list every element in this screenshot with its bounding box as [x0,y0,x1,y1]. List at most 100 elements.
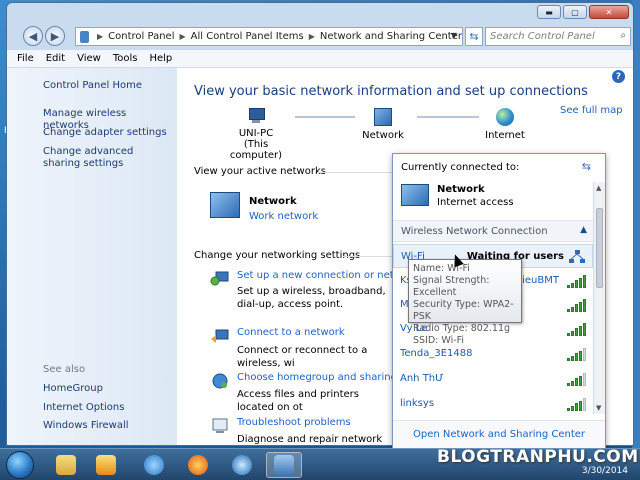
menu-help[interactable]: Help [149,53,172,64]
sidebar-advanced-sharing[interactable]: Change advanced sharing settings [43,146,167,170]
see-full-map-link[interactable]: See full map [560,105,623,116]
flyout-footer: Open Network and Sharing Center [393,420,605,448]
active-networks-label: View your active networks [194,166,326,177]
flyout-refresh-icon[interactable]: ⇆ [582,160,591,173]
sidebar-change-adapter[interactable]: Change adapter settings [43,127,167,139]
wifi-tooltip: Name: Wi-Fi Signal Strength: Excellent S… [408,259,522,346]
task-connect-desc: Connect or reconnect to a wireless, wi [237,345,368,369]
scroll-up-icon[interactable]: ▲ [596,184,601,192]
sidebar-homegroup[interactable]: HomeGroup [43,383,167,395]
address-bar[interactable]: ▶ Control Panel ▶ All Control Panel Item… [75,27,463,46]
watermark-brand: BLOGTRANPHU.COM [437,447,639,467]
page-title: View your basic network information and … [194,84,588,99]
connect-network-icon [211,329,229,343]
sidebar-windows-firewall[interactable]: Windows Firewall [43,420,167,432]
active-network-type-link[interactable]: Work network [249,211,318,222]
map-internet-label: Internet [485,130,525,141]
map-computer[interactable]: UNI-PC (This computer) [221,108,291,161]
refresh-icon: ⇆ [469,30,479,43]
taskbar-internet-explorer[interactable] [136,452,172,478]
start-button[interactable] [6,451,34,479]
taskbar-explorer[interactable] [48,452,84,478]
taskbar-firefox[interactable] [180,452,216,478]
refresh-button[interactable]: ⇆ [465,27,483,46]
adhoc-network-icon [569,250,585,263]
signal-strength-icon [567,372,587,386]
tooltip-ssid: SSID: Wi-Fi [413,335,465,346]
app-icon [232,455,252,475]
window-controls: ▬ ▢ ✕ [537,5,629,19]
taskbar-media-player[interactable] [88,452,124,478]
search-icon[interactable]: ⌕ [620,30,626,41]
wifi-network-row[interactable]: linksys [393,392,593,416]
scroll-thumb[interactable] [596,208,603,288]
breadcrumb-control-panel[interactable]: Control Panel [108,31,174,42]
signal-strength-icon [567,322,587,336]
task-troubleshoot-link[interactable]: Troubleshoot problems [237,417,351,428]
sidebar-internet-options[interactable]: Internet Options [43,402,167,414]
settings-label: Change your networking settings [194,250,361,261]
control-panel-taskbar-icon [274,455,294,475]
breadcrumb-network-sharing[interactable]: Network and Sharing Center [320,31,462,42]
maximize-button[interactable]: ▢ [563,5,587,19]
map-connector [417,116,479,118]
sidebar-control-panel-home[interactable]: Control Panel Home [43,80,167,92]
folder-icon [56,455,76,475]
control-panel-icon [80,30,90,43]
tooltip-signal: Signal Strength: Excellent [413,275,490,298]
taskbar-control-panel[interactable] [266,452,302,478]
homegroup-icon [212,373,228,389]
signal-strength-icon [567,397,587,411]
wifi-network-name: linksys [400,398,435,409]
minimize-button[interactable]: ▬ [537,5,561,19]
flyout-header: Currently connected to: [401,162,520,173]
globe-icon [496,108,514,126]
wifi-network-name: Anh ThƯ [400,373,444,384]
close-button[interactable]: ✕ [589,5,629,19]
map-internet[interactable]: Internet [479,108,531,141]
tooltip-name: Name: Wi-Fi [413,263,470,274]
troubleshoot-icon [212,418,228,433]
task-new-connection-link[interactable]: Set up a new connection or network [237,270,418,281]
menu-tools[interactable]: Tools [113,53,138,64]
firefox-icon [188,455,208,475]
map-network[interactable]: Network [355,108,411,141]
help-icon[interactable]: ? [612,70,625,83]
sidebar: Control Panel Home Manage wireless netwo… [7,68,177,445]
see-also-label: See also [43,364,86,375]
section-divider [317,172,403,173]
menu-file[interactable]: File [17,53,34,64]
open-network-center-link[interactable]: Open Network and Sharing Center [393,429,605,440]
media-player-icon [96,455,116,475]
menu-edit[interactable]: Edit [46,53,65,64]
address-dropdown-icon[interactable]: ▼ [447,27,461,44]
chevron-up-icon[interactable]: ▲ [580,225,587,235]
computer-subtitle: (This computer) [229,139,283,161]
back-arrow-icon: ◀ [28,29,38,43]
active-network-icon [210,192,240,218]
section-divider [343,256,399,257]
active-network-name: Network [249,196,297,207]
breadcrumb-all-items[interactable]: All Control Panel Items [191,31,304,42]
connected-network-status: Internet access [437,197,514,208]
signal-strength-icon [567,274,587,288]
title-bar[interactable]: ▬ ▢ ✕ [7,3,633,21]
task-new-connection-desc: Set up a wireless, broadband, dial-up, a… [237,286,386,310]
signal-strength-icon [567,347,587,361]
new-connection-icon [210,271,229,286]
wifi-network-row[interactable]: Anh ThƯ [393,367,593,391]
search-input[interactable]: Search Control Panel ⌕ [485,27,631,46]
breadcrumb-separator-icon: ▶ [308,32,315,41]
task-connect-link[interactable]: Connect to a network [237,327,345,338]
scroll-down-icon[interactable]: ▼ [596,404,601,412]
flyout-scrollbar[interactable]: ▲ ▼ [593,182,605,414]
breadcrumb-separator-icon: ▶ [179,32,186,41]
menu-bar: File Edit View Tools Help [7,50,633,68]
forward-button[interactable]: ▶ [45,26,65,46]
connected-network-name: Network [437,184,485,195]
taskbar-app[interactable] [224,452,260,478]
back-button[interactable]: ◀ [23,26,43,46]
menu-view[interactable]: View [77,53,101,64]
wireless-section-header[interactable]: Wireless Network Connection ▲ [393,220,593,242]
address-row: ◀ ▶ ▶ Control Panel ▶ All Control Panel … [7,24,633,48]
